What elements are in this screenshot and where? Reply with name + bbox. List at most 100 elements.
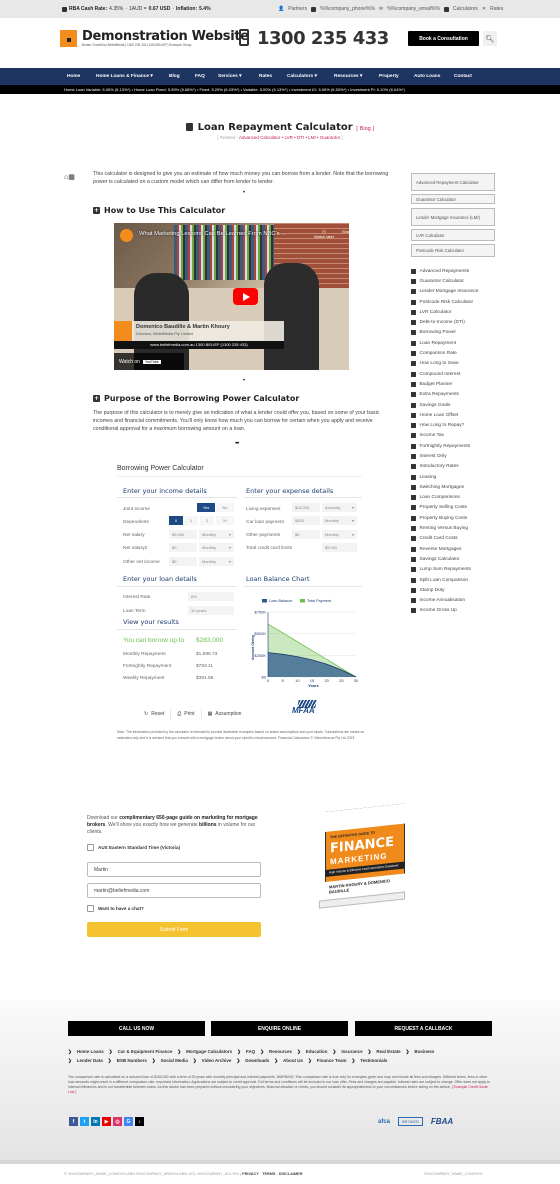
topbar-link-email[interactable]: %%company_email%% bbox=[387, 6, 440, 12]
topbar-link-calculators[interactable]: Calculators bbox=[453, 6, 478, 12]
footer-link[interactable]: Finance Team bbox=[317, 1058, 347, 1064]
other-income-frequency[interactable]: Monthly ▾ bbox=[199, 557, 234, 566]
other-payments-input[interactable]: $0 bbox=[292, 530, 320, 539]
youtube-video-embed[interactable]: What Marketing Lessons Can Be Learned Fr… bbox=[114, 223, 349, 370]
youtube-icon[interactable]: ▶ bbox=[102, 1117, 111, 1126]
other-income-input[interactable]: $0 bbox=[169, 557, 197, 566]
footer-link[interactable]: Downloads bbox=[245, 1058, 269, 1064]
interest-rate-input[interactable]: 6% bbox=[188, 592, 234, 601]
net-salary2-input[interactable]: $0 bbox=[169, 543, 197, 552]
google-icon[interactable]: G bbox=[124, 1117, 133, 1126]
privacy-link[interactable]: PRIVACY bbox=[242, 1172, 259, 1176]
joint-income-no[interactable]: No bbox=[216, 503, 234, 512]
assumption-button[interactable]: ▦ Assumption bbox=[202, 709, 248, 719]
sidebar-calc-link[interactable]: Comparison Rate bbox=[411, 348, 501, 358]
topbar-link-partners[interactable]: Partners bbox=[288, 6, 307, 12]
logo[interactable] bbox=[60, 30, 77, 47]
site-title[interactable]: Demonstration Website bbox=[82, 29, 249, 44]
other-payments-frequency[interactable]: Monthly ▾ bbox=[322, 530, 357, 539]
sidebar-calc-link[interactable]: Fortnightly Repayments bbox=[411, 441, 501, 451]
sidebar-calc-link[interactable]: How Long to Repay? bbox=[411, 420, 501, 430]
footer-link[interactable]: Mortgage Calculators bbox=[186, 1049, 232, 1055]
play-button-icon[interactable] bbox=[233, 288, 258, 305]
net-salary-frequency[interactable]: Monthly ▾ bbox=[199, 530, 234, 539]
dependents-3plus[interactable]: 3+ bbox=[216, 516, 234, 525]
nav-home-loans[interactable]: Home Loans & Finance ▾ bbox=[96, 74, 153, 79]
sidebar-calc-link[interactable]: Renting Versus Buying bbox=[411, 523, 501, 533]
purpose-heading[interactable]: + Purpose of the Borrowing Power Calcula… bbox=[93, 394, 299, 403]
blog-tag-link[interactable]: [ Blog ] bbox=[356, 126, 374, 132]
sidebar-box-lmi[interactable]: Lender Mortgage Insurance (LMI) bbox=[411, 208, 495, 226]
sidebar-box-guarantor[interactable]: Guarantor Calculator bbox=[411, 194, 495, 204]
search-icon[interactable]: 🔍︎ bbox=[483, 31, 497, 46]
sidebar-calc-link[interactable]: Lump Sum Repayments bbox=[411, 565, 501, 575]
sidebar-calc-link[interactable]: Property Buying Costs bbox=[411, 513, 501, 523]
living-expenses-frequency[interactable]: Annually ▾ bbox=[322, 503, 357, 512]
sidebar-calc-link[interactable]: Extra Repayments bbox=[411, 390, 501, 400]
sidebar-box-advanced-repayment[interactable]: Advanced Repayment Calculator bbox=[411, 173, 495, 191]
footer-link[interactable]: Video Archive bbox=[202, 1058, 232, 1064]
nav-auto-loans[interactable]: Auto Loans bbox=[414, 74, 440, 79]
sidebar-calc-link[interactable]: Property Selling Costs bbox=[411, 503, 501, 513]
chat-checkbox[interactable] bbox=[87, 905, 94, 912]
footer-link[interactable]: Education bbox=[306, 1049, 328, 1055]
timezone-checkbox-row[interactable]: AUS Eastern Standard Time (Victoria) bbox=[87, 844, 180, 851]
sidebar-calc-link[interactable]: Reverse Mortgages bbox=[411, 544, 501, 554]
car-loan-frequency[interactable]: Monthly ▾ bbox=[322, 516, 357, 525]
channel-logo[interactable] bbox=[120, 229, 133, 242]
disclaimer-link[interactable]: DISCLAIMER bbox=[279, 1172, 303, 1176]
sidebar-box-lvr[interactable]: LVR Calculator bbox=[411, 229, 495, 241]
footer-link[interactable]: BSB Numbers bbox=[117, 1058, 147, 1064]
sidebar-calc-link[interactable]: Loan Comparisons bbox=[411, 493, 501, 503]
sidebar-calc-link[interactable]: Borrowing Power bbox=[411, 328, 501, 338]
footer-link[interactable]: Social Media bbox=[161, 1058, 188, 1064]
nav-resources[interactable]: Resources ▾ bbox=[334, 74, 362, 79]
footer-link[interactable]: FAQ bbox=[246, 1049, 255, 1055]
sidebar-calc-link[interactable]: Income Gross Up bbox=[411, 606, 501, 616]
expand-icon[interactable]: + bbox=[93, 395, 100, 402]
footer-link[interactable]: Real Estate bbox=[376, 1049, 400, 1055]
enquire-online-button[interactable]: ENQUIRE ONLINE bbox=[211, 1021, 348, 1036]
sidebar-calc-link[interactable]: Advanced Repayments bbox=[411, 266, 501, 276]
linkedin-icon[interactable]: in bbox=[91, 1117, 100, 1126]
chat-checkbox-row[interactable]: Want to have a chat? bbox=[87, 905, 144, 912]
sidebar-calc-link[interactable]: Credit Card Costs bbox=[411, 534, 501, 544]
nav-home[interactable]: Home bbox=[67, 74, 80, 79]
footer-link[interactable]: Insurance bbox=[341, 1049, 362, 1055]
net-salary-input[interactable]: $5,000 bbox=[169, 530, 197, 539]
related-link-list[interactable]: Advanced Calculator • LVR • DTI • LMI • … bbox=[239, 135, 340, 140]
net-salary2-frequency[interactable]: Monthly ▾ bbox=[199, 543, 234, 552]
sidebar-calc-link[interactable]: Switching Mortgages bbox=[411, 482, 501, 492]
sidebar-calc-link[interactable]: Budget Planner bbox=[411, 379, 501, 389]
sidebar-calc-link[interactable]: Split Loan Comparison bbox=[411, 575, 501, 585]
name-input[interactable]: Martin bbox=[87, 862, 261, 877]
tiktok-icon[interactable]: ♪ bbox=[135, 1117, 144, 1126]
submit-form-button[interactable]: Submit Form bbox=[87, 922, 261, 937]
loan-term-input[interactable]: 30 years bbox=[188, 606, 234, 615]
sidebar-calc-link[interactable]: Income Tax bbox=[411, 431, 501, 441]
sidebar-calc-link[interactable]: How Long to Save bbox=[411, 359, 501, 369]
footer-link[interactable]: Business bbox=[414, 1049, 434, 1055]
home-calculator-icons[interactable]: ⌂▦ bbox=[64, 173, 75, 181]
sidebar-box-postcode-risk[interactable]: Postcode Risk Calculator bbox=[411, 244, 495, 257]
facebook-icon[interactable]: f bbox=[69, 1117, 78, 1126]
nav-contact[interactable]: Contact bbox=[454, 74, 472, 79]
living-expenses-input[interactable]: $26,328 bbox=[292, 503, 320, 512]
request-callback-button[interactable]: REQUEST A CALLBACK bbox=[355, 1021, 492, 1036]
sidebar-calc-link[interactable]: Interest Only bbox=[411, 451, 501, 461]
reset-button[interactable]: ↻ Reset bbox=[138, 709, 172, 719]
sidebar-calc-link[interactable]: LVR Calculator bbox=[411, 307, 501, 317]
header-phone[interactable]: 1300 235 433 bbox=[257, 28, 389, 49]
sidebar-calc-link[interactable]: Debt-to-Income (DTI) bbox=[411, 317, 501, 327]
expand-icon[interactable]: + bbox=[93, 207, 100, 214]
dependents-0[interactable]: 0 bbox=[169, 516, 183, 525]
topbar-link-rates[interactable]: Rates bbox=[490, 6, 503, 12]
twitter-icon[interactable]: t bbox=[80, 1117, 89, 1126]
credit-card-input[interactable]: $5,000 bbox=[322, 543, 357, 552]
nav-blog[interactable]: Blog bbox=[169, 74, 180, 79]
sidebar-calc-link[interactable]: Savings Goals bbox=[411, 400, 501, 410]
sidebar-calc-link[interactable]: Leasing bbox=[411, 472, 501, 482]
dependents-2[interactable]: 2 bbox=[200, 516, 214, 525]
terms-link[interactable]: TERMS bbox=[262, 1172, 275, 1176]
sidebar-calc-link[interactable]: Savings Calculator bbox=[411, 554, 501, 564]
